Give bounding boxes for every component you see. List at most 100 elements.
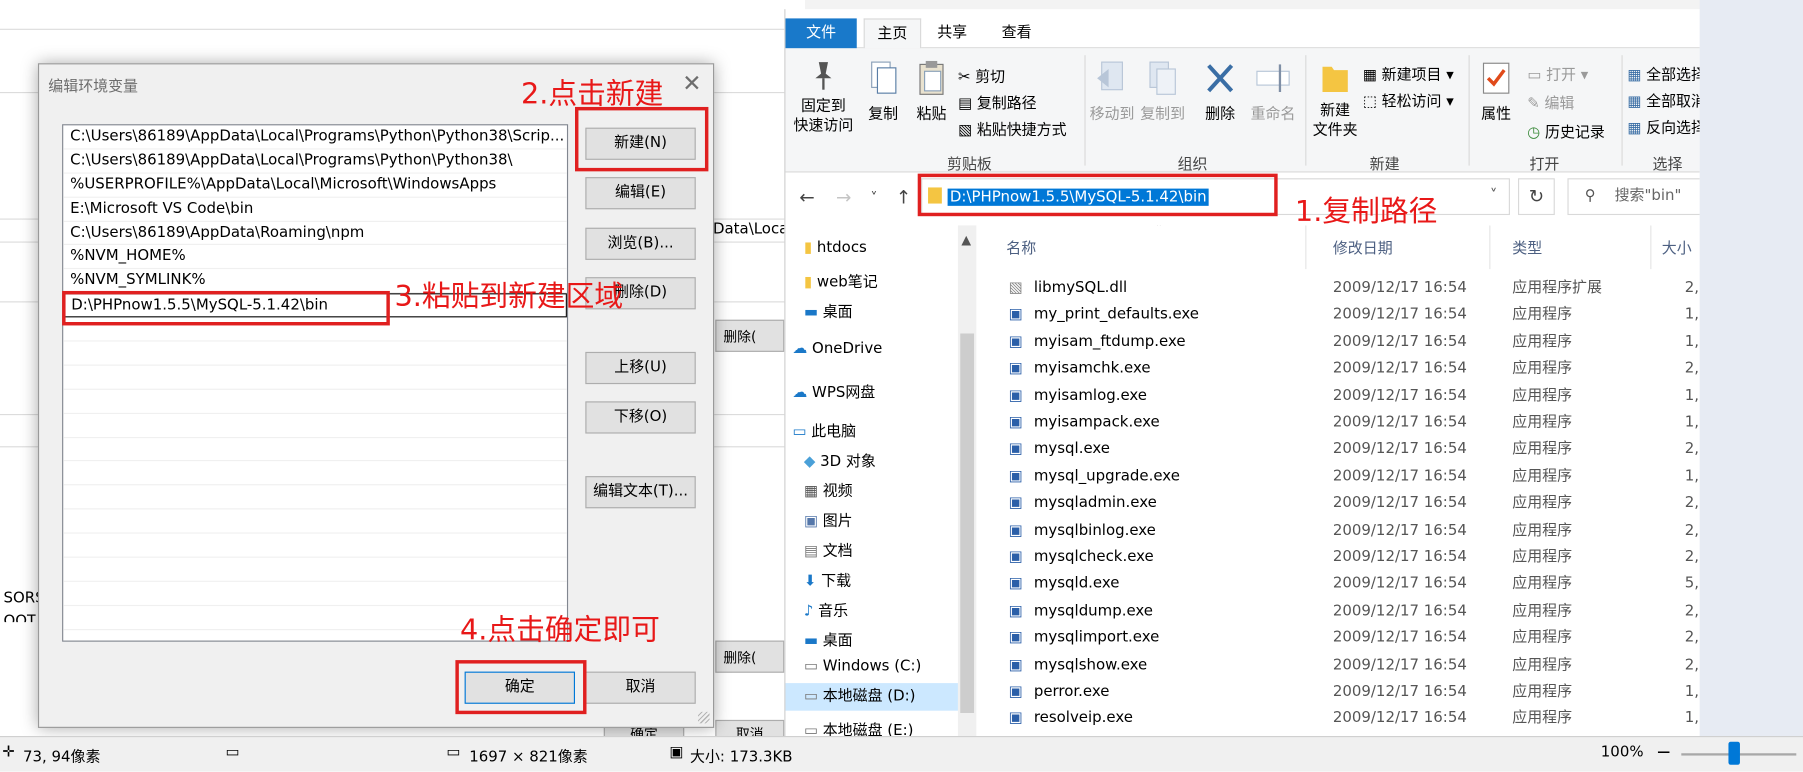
path-list-item[interactable]: C:\Users\86189\AppData\Local\Programs\Py…	[63, 149, 567, 174]
easy-access-button[interactable]: ⬚ 轻松访问 ▾	[1363, 89, 1454, 110]
path-list-item[interactable]: %USERPROFILE%\AppData\Local\Microsoft\Wi…	[63, 173, 567, 198]
file-row[interactable]: ▣ my_print_defaults.exe 2009/12/17 16:54 应用…	[992, 302, 1700, 329]
copy-to-button[interactable]: 复制到	[1140, 60, 1186, 123]
paste-shortcut-button[interactable]: ▧ 粘贴快捷方式	[958, 117, 1067, 139]
move-to-button[interactable]: 移动到	[1089, 60, 1135, 123]
tab-home[interactable]: 主页	[863, 18, 922, 49]
nav-item[interactable]: ▭ 本地磁盘 (D:)	[785, 683, 958, 711]
bg-delete-button[interactable]: 删除(	[715, 319, 785, 352]
edit-text-button[interactable]: 编辑文本(T)...	[585, 476, 696, 509]
back-arrow-icon[interactable]: ←	[799, 186, 814, 208]
nav-item[interactable]: ♪ 音乐	[804, 598, 848, 620]
nav-item[interactable]: ▭ 此电脑	[792, 419, 856, 440]
path-list-item[interactable]	[63, 438, 567, 462]
path-list-item[interactable]	[63, 582, 567, 606]
pin-quick-access-button[interactable]: 固定到 快速访问	[792, 60, 854, 136]
path-list-item[interactable]	[63, 462, 567, 486]
path-list[interactable]: C:\Users\86189\AppData\Local\Programs\Py…	[62, 124, 569, 642]
nav-item[interactable]: ▦ 视频	[804, 478, 853, 500]
bg-delete-button[interactable]: 删除(	[715, 640, 785, 673]
delete-file-button[interactable]: 删除	[1199, 60, 1240, 123]
column-modified-header[interactable]: 修改日期	[1333, 236, 1393, 257]
file-row[interactable]: ▣ mysqld.exe 2009/12/17 16:54 应用程序 5,9	[992, 571, 1700, 598]
path-list-item[interactable]	[63, 510, 567, 534]
file-row[interactable]: ▣ myisam_ftdump.exe 2009/12/17 16:54 应用程序 1,…	[992, 329, 1700, 356]
file-row[interactable]: ▣ resolveip.exe 2009/12/17 16:54 应用程序 1,6	[992, 705, 1700, 732]
nav-item[interactable]: ☁ OneDrive	[792, 340, 882, 357]
column-name-header[interactable]: 名称	[1006, 236, 1036, 257]
zoom-out-icon[interactable]: −	[1656, 741, 1671, 763]
path-list-item[interactable]: E:\Microsoft VS Code\bin	[63, 197, 567, 222]
file-row[interactable]: ▣ perror.exe 2009/12/17 16:54 应用程序 1,6	[992, 679, 1700, 706]
nav-item[interactable]: ◆ 3D 对象	[804, 449, 876, 470]
path-list-item[interactable]: C:\Users\86189\AppData\Local\Programs\Py…	[63, 125, 567, 150]
file-row[interactable]: ▣ mysqlshow.exe 2009/12/17 16:54 应用程序 2,2	[992, 652, 1700, 679]
paste-button[interactable]: 粘贴	[912, 60, 951, 123]
file-row[interactable]: ▣ myisamlog.exe 2009/12/17 16:54 应用程序 1,9	[992, 382, 1700, 409]
file-row[interactable]: ▣ mysqlbinlog.exe 2009/12/17 16:54 应用程序 2,3	[992, 517, 1700, 544]
file-row[interactable]: ▣ myisampack.exe 2009/12/17 16:54 应用程序 1,9	[992, 409, 1700, 436]
nav-item[interactable]: ▭ Windows (C:)	[804, 658, 922, 675]
new-folder-button[interactable]: 新建 文件夹	[1310, 60, 1361, 141]
path-list-item[interactable]: %NVM_HOME%	[63, 245, 567, 270]
file-row[interactable]: ▣ mysql.exe 2009/12/17 16:54 应用程序 2,2	[992, 436, 1700, 463]
column-size-header[interactable]: 大小	[1662, 236, 1692, 257]
path-list-item[interactable]	[63, 558, 567, 582]
copy-path-button[interactable]: ▤ 复制路径	[958, 91, 1037, 112]
nav-item[interactable]: ⬇ 下载	[804, 568, 851, 590]
rename-button[interactable]: 重命名	[1248, 60, 1299, 123]
file-row[interactable]: ▣ mysqlcheck.exe 2009/12/17 16:54 应用程序 2,2	[992, 544, 1700, 571]
nav-item[interactable]: ▣ 图片	[804, 508, 853, 530]
properties-button[interactable]: 属性	[1475, 60, 1516, 123]
tab-file[interactable]: 文件	[785, 18, 857, 49]
browse-button[interactable]: 浏览(B)...	[585, 227, 696, 260]
nav-scroll-thumb[interactable]	[960, 333, 975, 713]
column-separator[interactable]	[1650, 225, 1652, 270]
path-list-item[interactable]	[63, 534, 567, 558]
new-item-button[interactable]: ▦ 新建项目 ▾	[1363, 62, 1454, 84]
file-row[interactable]: ▣ mysqldump.exe 2009/12/17 16:54 应用程序 2,2	[992, 598, 1700, 625]
edit-file-button[interactable]: ✎ 编辑	[1527, 91, 1574, 112]
nav-item[interactable]: ▭ 本地磁盘 (E:)	[804, 718, 914, 736]
refresh-icon[interactable]: ↻	[1518, 178, 1555, 216]
tab-share[interactable]: 共享	[928, 18, 976, 48]
open-button[interactable]: ▭ 打开 ▾	[1527, 62, 1588, 84]
scroll-up-arrow-icon[interactable]: ▲	[961, 232, 971, 247]
path-list-item[interactable]	[63, 366, 567, 390]
file-row[interactable]: ▣ mysqladmin.exe 2009/12/17 16:54 应用程序 2,2	[992, 490, 1700, 517]
file-row[interactable]: ▣ mysql_upgrade.exe 2009/12/17 16:54 应用程序 1,…	[992, 463, 1700, 490]
path-list-item[interactable]: C:\Users\86189\AppData\Roaming\npm	[63, 221, 567, 246]
close-icon[interactable]: ✕	[682, 69, 701, 97]
column-type-header[interactable]: 类型	[1512, 236, 1542, 257]
nav-item[interactable]: ▬ 桌面	[804, 628, 853, 650]
up-arrow-icon[interactable]: ↑	[896, 186, 911, 208]
tab-view[interactable]: 查看	[992, 18, 1040, 48]
invert-selection-button[interactable]: ▦ 反向选择	[1627, 115, 1699, 137]
nav-item[interactable]: ▮ web笔记	[804, 269, 878, 291]
path-list-item[interactable]	[63, 414, 567, 438]
move-down-button[interactable]: 下移(O)	[585, 401, 696, 434]
column-separator[interactable]	[1489, 225, 1491, 270]
nav-item[interactable]: ▮ htdocs	[804, 239, 867, 256]
nav-item[interactable]: ▤ 文档	[804, 538, 853, 560]
copy-button[interactable]: 复制	[864, 60, 903, 123]
select-all-button[interactable]: ▦ 全部选择	[1627, 62, 1699, 84]
path-list-item[interactable]	[63, 486, 567, 510]
zoom-slider-thumb[interactable]	[1728, 741, 1740, 765]
cancel-button[interactable]: 取消	[585, 671, 696, 704]
move-up-button[interactable]: 上移(U)	[585, 351, 696, 385]
file-row[interactable]: ▧ libmySQL.dll 2009/12/17 16:54 应用程序扩展 2,3	[992, 275, 1700, 302]
column-separator[interactable]	[1305, 225, 1307, 270]
path-list-item[interactable]	[63, 390, 567, 414]
recent-chevron-down-icon[interactable]: ˅	[871, 190, 878, 206]
select-none-button[interactable]: ▦ 全部取消	[1627, 89, 1699, 110]
file-row[interactable]: ▣ myisamchk.exe 2009/12/17 16:54 应用程序 2,0	[992, 356, 1700, 383]
nav-item[interactable]: ▬ 桌面	[804, 299, 853, 321]
file-row[interactable]: ▣ mysqlimport.exe 2009/12/17 16:54 应用程序 2,2	[992, 625, 1700, 652]
search-input[interactable]: ⚲ 搜索"bin"	[1567, 178, 1700, 216]
path-list-item[interactable]	[63, 342, 567, 366]
address-dropdown-chevron-icon[interactable]: ˅	[1490, 187, 1497, 204]
resize-grip-icon[interactable]	[698, 711, 710, 724]
nav-scrollbar[interactable]: ▲	[957, 225, 977, 736]
nav-item[interactable]: ☁ WPS网盘	[792, 380, 875, 401]
